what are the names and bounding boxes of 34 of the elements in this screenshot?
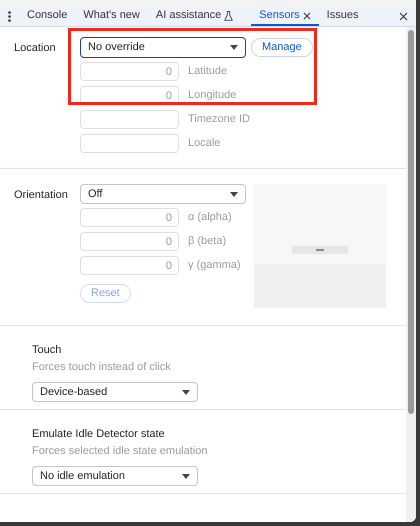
input-field[interactable] bbox=[80, 110, 179, 129]
tab[interactable]: What's new bbox=[75, 7, 148, 26]
close-icon[interactable] bbox=[302, 12, 311, 20]
tab[interactable]: Sensors bbox=[251, 7, 319, 26]
field-label: Longitude bbox=[188, 88, 236, 104]
field-label: Locale bbox=[188, 136, 220, 152]
field-label: β (beta) bbox=[188, 234, 226, 250]
field-label: α (alpha) bbox=[188, 210, 232, 226]
flask-icon bbox=[224, 10, 234, 20]
tab[interactable]: AI assistance bbox=[148, 7, 242, 26]
tab[interactable]: Issues bbox=[318, 7, 366, 26]
setting-title: Emulate Idle Detector state bbox=[32, 427, 166, 442]
field-label: Timezone ID bbox=[188, 112, 250, 128]
more-menu-icon[interactable] bbox=[8, 11, 11, 22]
scrollbar-thumb[interactable] bbox=[408, 30, 414, 414]
dropdown[interactable]: Device-based bbox=[32, 382, 198, 402]
caret-icon bbox=[230, 45, 238, 50]
caret-icon bbox=[230, 192, 238, 196]
field-label: γ (gamma) bbox=[188, 258, 241, 274]
manage-button[interactable]: Manage bbox=[251, 38, 313, 57]
caret-icon bbox=[182, 390, 190, 394]
dropdown[interactable]: No override bbox=[80, 37, 246, 58]
field-label: Latitude bbox=[188, 64, 228, 80]
section-label: Orientation bbox=[14, 188, 69, 203]
dropdown[interactable]: No idle emulation bbox=[32, 466, 198, 486]
setting-description: Forces touch instead of click bbox=[32, 360, 172, 374]
setting-title: Touch bbox=[32, 343, 62, 358]
setting-description: Forces selected idle state emulation bbox=[32, 444, 208, 458]
close-icon[interactable] bbox=[399, 12, 408, 21]
section-label: Location bbox=[14, 41, 57, 56]
tab[interactable]: Console bbox=[19, 7, 76, 26]
caret-icon bbox=[182, 474, 190, 478]
dropdown[interactable]: Off bbox=[80, 184, 246, 204]
input-field[interactable] bbox=[80, 134, 179, 153]
